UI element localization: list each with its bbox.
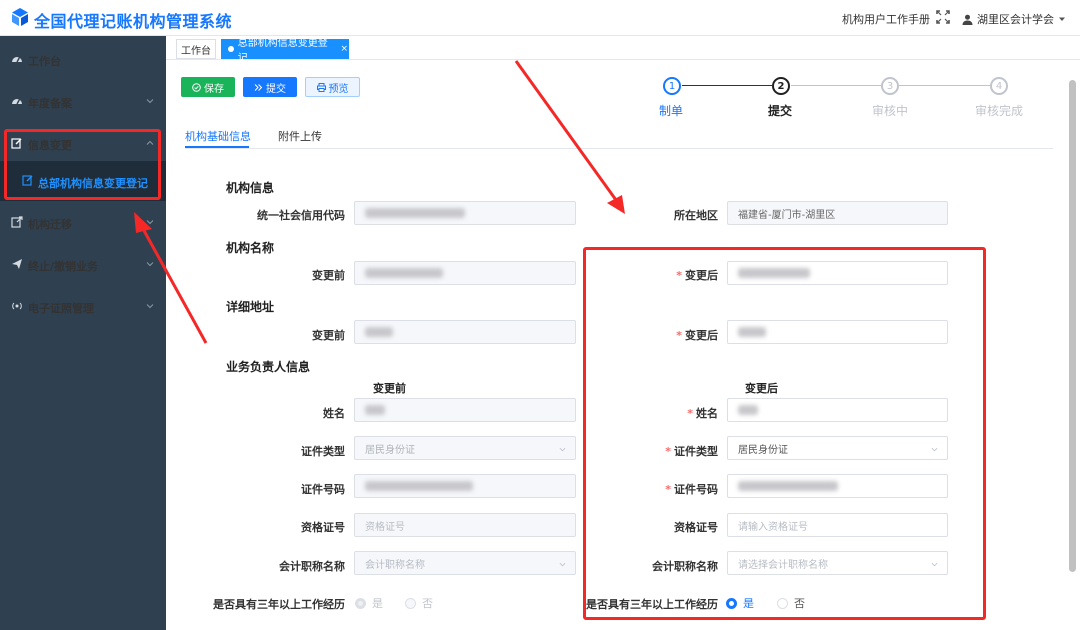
step-1-label: 制单	[659, 104, 684, 118]
caret-down-icon	[1059, 17, 1065, 21]
step-4-circle: 4	[990, 77, 1008, 95]
save-label: 保存	[204, 83, 224, 95]
column-before-heading: 变更前	[373, 382, 406, 395]
external-link-icon	[11, 216, 23, 228]
placeholder: 会计职称名称	[365, 559, 425, 571]
credit-code-label: 统一社会信用代码	[257, 209, 345, 222]
radio-label: 是	[372, 597, 383, 610]
radio-label: 否	[422, 597, 433, 610]
title-before-select[interactable]: 会计职称名称	[354, 551, 576, 575]
sidebar-item-label: 电子证照管理	[28, 302, 94, 315]
subtab-active-indicator	[185, 146, 249, 148]
dashboard-icon	[12, 99, 22, 105]
step-3-label: 审核中	[872, 104, 909, 118]
sidebar-item-migration[interactable]: 机构迁移	[0, 203, 166, 243]
user-name: 湖里区会计学会	[977, 13, 1054, 26]
section-address: 详细地址	[226, 300, 275, 314]
id-no-before-label: 证件号码	[301, 483, 345, 496]
sidebar-item-annual-filing[interactable]: 年度备案	[0, 82, 166, 122]
sidebar-item-e-license[interactable]: 电子证照管理	[0, 287, 166, 327]
name-before-field[interactable]	[354, 398, 576, 422]
name-before-label: 姓名	[323, 407, 345, 420]
preview-button[interactable]: 预览	[305, 77, 360, 97]
section-person: 业务负责人信息	[226, 360, 311, 374]
app-logo-icon	[12, 8, 28, 26]
experience-before-label: 是否具有三年以上工作经历	[213, 598, 345, 611]
scrollbar[interactable]	[1069, 80, 1076, 572]
page-tabs-bar: 工作台 总部机构信息变更登记 ×	[166, 36, 1080, 64]
user-menu[interactable]: 湖里区会计学会	[962, 11, 1066, 27]
active-dot-icon	[228, 46, 234, 52]
step-connector	[682, 85, 772, 86]
org-name-before-field[interactable]	[354, 261, 576, 285]
user-manual-link[interactable]: 机构用户工作手册	[842, 11, 930, 27]
chevron-down-icon	[146, 99, 154, 104]
tab-label: 总部机构信息变更登记	[237, 38, 328, 64]
chevron-down-icon	[146, 304, 154, 309]
printer-icon	[316, 82, 326, 92]
chevron-down-icon	[559, 562, 566, 567]
step-2-label: 提交	[768, 104, 793, 118]
subtab-attachments[interactable]: 附件上传	[278, 128, 322, 144]
step-3-circle: 3	[881, 77, 899, 95]
radio-circle	[355, 597, 366, 609]
address-before-label: 变更前	[312, 329, 345, 342]
fullscreen-icon[interactable]	[936, 10, 950, 24]
annotation-arrowhead-fields	[607, 195, 625, 214]
send-icon	[12, 259, 22, 269]
org-name-before-label: 变更前	[312, 269, 345, 282]
qual-before-field[interactable]: 资格证号	[354, 513, 576, 537]
app-title: 全国代理记账机构管理系统	[34, 12, 233, 31]
chevron-down-icon	[559, 447, 566, 452]
annotation-arrow-fields	[514, 60, 618, 201]
preview-label: 预览	[328, 83, 349, 95]
tab-hq-change[interactable]: 总部机构信息变更登记 ×	[221, 38, 349, 64]
title-before-label: 会计职称名称	[279, 560, 345, 573]
step-connector	[899, 85, 990, 86]
signal-icon	[12, 302, 22, 310]
sidebar-item-label: 机构迁移	[28, 218, 72, 231]
chevron-down-icon	[146, 262, 154, 267]
address-before-field[interactable]	[354, 320, 576, 344]
submit-label: 提交	[266, 83, 286, 95]
id-type-before-select[interactable]: 居民身份证	[354, 436, 576, 460]
step-connector	[791, 85, 881, 86]
id-type-before-label: 证件类型	[301, 445, 345, 458]
save-button[interactable]: 保存	[181, 77, 235, 97]
qual-before-label: 资格证号	[301, 521, 345, 534]
experience-before-no-radio[interactable]: 否	[405, 595, 433, 611]
chevron-down-icon	[146, 220, 154, 225]
tab-workbench[interactable]: 工作台	[176, 39, 216, 59]
step-1-circle: 1	[663, 77, 681, 95]
region-label: 所在地区	[674, 209, 718, 222]
section-org-name: 机构名称	[226, 241, 275, 255]
check-circle-icon	[192, 82, 201, 92]
sidebar-item-label: 工作台	[28, 55, 61, 68]
double-chevron-right-icon	[254, 83, 263, 91]
placeholder: 资格证号	[365, 521, 405, 533]
id-no-before-field[interactable]	[354, 474, 576, 498]
experience-before-yes-radio[interactable]: 是	[355, 595, 383, 611]
top-bar: 全国代理记账机构管理系统 机构用户工作手册 湖里区会计学会	[0, 0, 1080, 36]
sidebar-item-termination[interactable]: 终止/撤销业务	[0, 245, 166, 285]
region-field[interactable]: 福建省-厦门市-湖里区	[727, 201, 948, 225]
annotation-highlight-sidebar	[4, 129, 161, 200]
step-4-label: 审核完成	[975, 104, 1024, 118]
sidebar-item-label: 年度备案	[28, 97, 72, 110]
subtab-divider	[185, 148, 1053, 149]
user-icon	[962, 14, 973, 25]
sidebar-item-label: 终止/撤销业务	[28, 260, 99, 273]
annotation-highlight-after-fields	[583, 247, 986, 620]
submit-button[interactable]: 提交	[243, 77, 297, 97]
subtab-basic-info[interactable]: 机构基础信息	[185, 128, 251, 144]
section-org-info: 机构信息	[226, 181, 275, 195]
sidebar-item-workbench[interactable]: 工作台	[0, 40, 166, 80]
close-icon[interactable]: ×	[340, 44, 348, 54]
dashboard-icon	[12, 57, 22, 63]
radio-circle	[405, 597, 416, 609]
sidebar: 工作台 年度备案 信息变更 总部机构信息变更登记 机构迁移 终止/撤销业务 电子…	[0, 36, 166, 630]
select-value: 居民身份证	[365, 444, 415, 456]
credit-code-field[interactable]	[354, 201, 576, 225]
step-2-circle: 2	[772, 77, 790, 95]
